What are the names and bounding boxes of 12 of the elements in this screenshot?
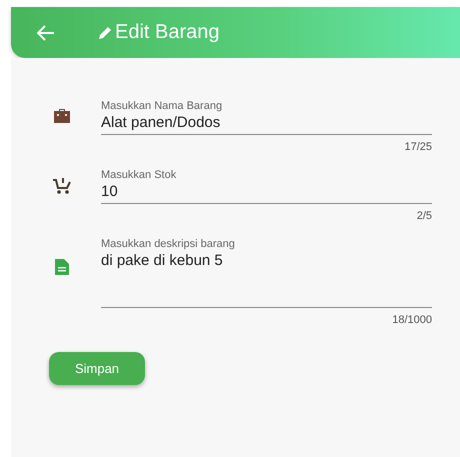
character-counter: 17/25 <box>404 141 432 153</box>
screen-title: Edit Barang <box>115 21 220 44</box>
text-field[interactable]: Masukkan Nama Barang Alat panen/Dodos <box>101 94 432 135</box>
cart-icon <box>52 177 72 195</box>
briefcase-icon <box>53 108 71 124</box>
text-field[interactable]: Masukkan deskripsi barang di pake di kebun 5 <box>101 232 432 308</box>
pencil-icon <box>97 24 113 40</box>
document-icon <box>54 258 70 276</box>
character-counter: 2/5 <box>416 210 432 222</box>
character-counter: 18/1000 <box>392 314 432 326</box>
text-field[interactable]: Masukkan Stok 10 <box>101 163 432 204</box>
back-arrow-icon[interactable] <box>37 24 55 40</box>
